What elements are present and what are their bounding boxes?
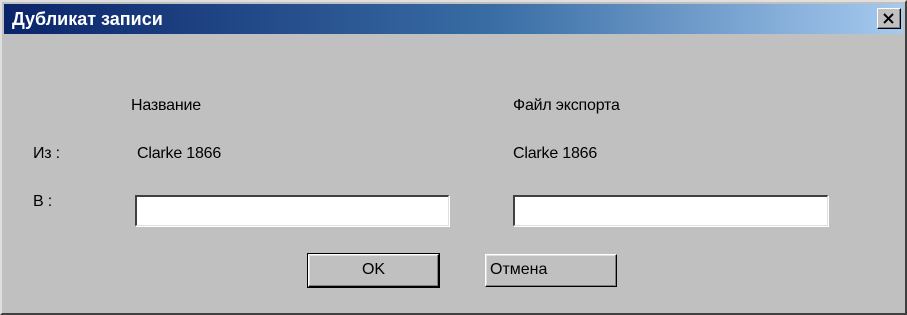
title-bar[interactable]: Дубликат записи bbox=[4, 4, 903, 34]
from-label: Из : bbox=[33, 145, 60, 162]
cancel-button[interactable]: Отмена bbox=[485, 254, 617, 287]
to-label: В : bbox=[33, 193, 52, 210]
name-column-header: Название bbox=[131, 97, 201, 114]
window-title: Дубликат записи bbox=[12, 9, 163, 29]
ok-button[interactable]: OK bbox=[307, 253, 440, 288]
duplicate-record-dialog: Дубликат записи Название Файл экспорта И… bbox=[0, 0, 907, 315]
from-name-value: Clarke 1866 bbox=[137, 145, 222, 162]
to-export-input[interactable] bbox=[513, 195, 828, 226]
from-export-value: Clarke 1866 bbox=[513, 145, 598, 162]
export-file-column-header: Файл экспорта bbox=[513, 97, 620, 114]
close-button[interactable] bbox=[877, 8, 901, 29]
close-icon bbox=[883, 13, 894, 24]
to-name-input[interactable] bbox=[135, 195, 449, 226]
